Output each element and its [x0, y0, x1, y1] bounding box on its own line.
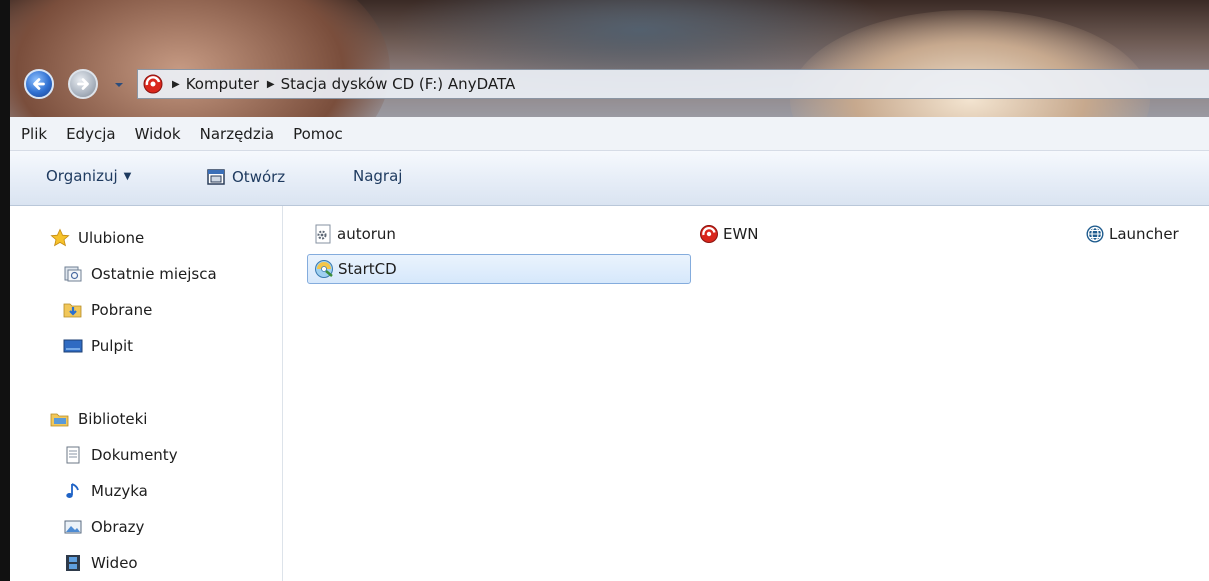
sidebar-item-videos[interactable]: Wideo — [63, 553, 138, 573]
music-note-icon — [66, 483, 79, 498]
ewn-app-icon — [700, 225, 718, 243]
history-dropdown-icon[interactable] — [113, 79, 125, 91]
sidebar-item-documents[interactable]: Dokumenty — [63, 445, 178, 465]
open-button[interactable]: Otwórz — [206, 167, 285, 187]
libraries-folder-icon — [50, 413, 69, 427]
command-bar: Organizuj ▼ Otwórz Nagraj — [10, 151, 1209, 206]
open-label: Otwórz — [232, 168, 286, 186]
breadcrumb-separator-icon: ▶ — [172, 78, 180, 90]
pictures-icon — [64, 520, 82, 534]
organize-button[interactable]: Organizuj ▼ — [46, 167, 131, 185]
sidebar-item-label: Wideo — [91, 554, 138, 572]
settings-file-icon — [315, 224, 331, 244]
chevron-down-icon: ▼ — [123, 170, 132, 182]
organize-label: Organizuj — [46, 167, 118, 185]
burn-button[interactable]: Nagraj — [353, 167, 402, 185]
sidebar-item-desktop[interactable]: Pulpit — [63, 336, 133, 356]
sidebar-item-label: Muzyka — [91, 482, 148, 500]
file-item-launcher[interactable]: Launcher — [1079, 219, 1185, 249]
file-name: autorun — [337, 225, 396, 243]
cd-drive-icon — [143, 74, 163, 94]
sidebar-item-label: Ostatnie miejsca — [91, 265, 217, 283]
navigation-pane: Ulubione Ostatnie miejsca Pobrane Pulpit… — [10, 206, 283, 581]
title-bar — [10, 0, 1209, 117]
file-list: autorun EWN Launcher StartCD — [283, 206, 1209, 581]
downloads-folder-icon — [63, 303, 82, 318]
file-item-autorun[interactable]: autorun — [307, 219, 402, 249]
sidebar-item-libraries[interactable]: Biblioteki — [50, 409, 147, 429]
documents-icon — [66, 446, 80, 464]
breadcrumb-cd-drive[interactable]: Stacja dysków CD (F:) AnyDATA — [281, 75, 516, 93]
open-program-icon — [207, 169, 225, 185]
sidebar-item-label: Ulubione — [78, 229, 145, 247]
sidebar-item-downloads[interactable]: Pobrane — [63, 300, 152, 320]
breadcrumb-computer[interactable]: Komputer — [186, 75, 259, 93]
sidebar-item-label: Dokumenty — [91, 446, 178, 464]
file-item-startcd[interactable]: StartCD — [307, 254, 691, 284]
sidebar-item-label: Obrazy — [91, 518, 145, 536]
menu-tools[interactable]: Narzędzia — [200, 125, 274, 143]
globe-app-icon — [1086, 225, 1104, 243]
forward-button[interactable] — [68, 69, 98, 99]
forward-arrow-icon — [77, 78, 89, 90]
back-arrow-icon — [33, 78, 45, 90]
menu-bar: Plik Edycja Widok Narzędzia Pomoc — [10, 117, 1209, 151]
sidebar-item-recent-places[interactable]: Ostatnie miejsca — [63, 264, 217, 284]
breadcrumb-separator-icon: ▶ — [266, 78, 275, 90]
address-bar[interactable]: ▶ Komputer ▶ Stacja dysków CD (F:) AnyDA… — [137, 69, 1209, 99]
desktop-icon — [63, 339, 83, 353]
menu-help[interactable]: Pomoc — [293, 125, 343, 143]
file-name: EWN — [723, 225, 759, 243]
recent-places-icon — [64, 266, 82, 282]
menu-view[interactable]: Widok — [135, 125, 181, 143]
menu-edit[interactable]: Edycja — [66, 125, 115, 143]
sidebar-item-pictures[interactable]: Obrazy — [63, 517, 144, 537]
sidebar-item-favorites[interactable]: Ulubione — [50, 228, 144, 248]
file-item-ewn[interactable]: EWN — [693, 219, 765, 249]
back-button[interactable] — [24, 69, 54, 99]
file-name: StartCD — [338, 260, 397, 278]
sidebar-item-label: Biblioteki — [78, 410, 148, 428]
sidebar-item-label: Pobrane — [91, 301, 153, 319]
sidebar-item-music[interactable]: Muzyka — [63, 481, 148, 501]
star-icon — [50, 228, 70, 247]
startcd-app-icon — [315, 260, 333, 278]
file-name: Launcher — [1109, 225, 1179, 243]
sidebar-item-label: Pulpit — [91, 337, 134, 355]
film-strip-icon — [66, 555, 80, 571]
window-frame-edge — [0, 0, 10, 581]
menu-file[interactable]: Plik — [21, 125, 47, 143]
burn-label: Nagraj — [353, 167, 403, 185]
